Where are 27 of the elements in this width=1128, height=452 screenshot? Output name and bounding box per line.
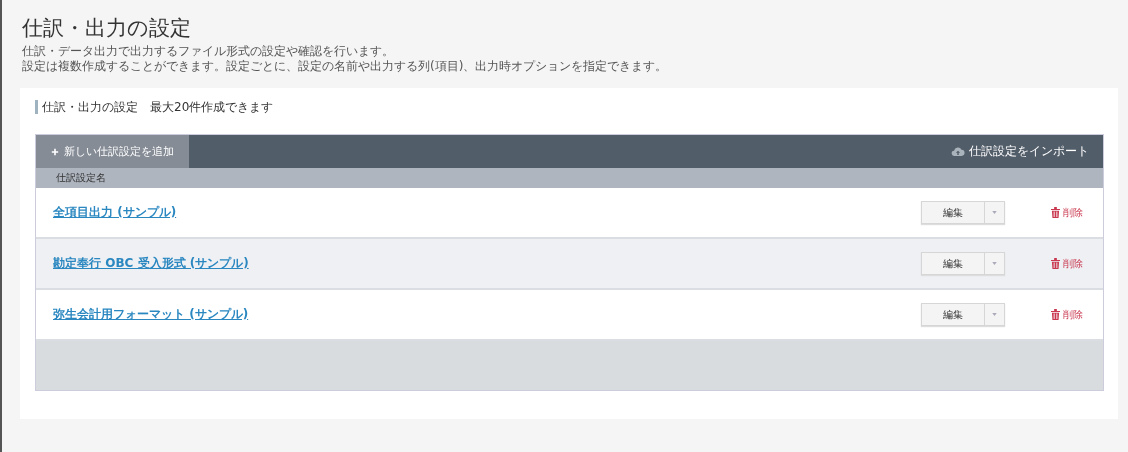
trash-icon — [1051, 207, 1060, 218]
setting-link[interactable]: 全項目出力 (サンプル) — [53, 204, 921, 221]
delete-button[interactable]: 削除 — [1051, 256, 1083, 271]
cloud-upload-icon — [951, 146, 965, 157]
dropdown-button[interactable] — [985, 202, 1004, 223]
add-button[interactable]: 新しい仕訳設定を追加 — [36, 135, 189, 168]
page-description: 仕訳・データ出力で出力するファイル形式の設定や確認を行います。 — [22, 44, 395, 58]
trash-icon — [1051, 258, 1060, 269]
setting-link[interactable]: 勘定奉行 OBC 受入形式 (サンプル) — [53, 255, 921, 272]
plus-icon — [51, 147, 59, 156]
section-title: 仕訳・出力の設定 最大20件作成できます — [35, 100, 1104, 114]
page-title: 仕訳・出力の設定 — [22, 15, 192, 42]
page-description: 設定は複数作成することができます。設定ごとに、設定の名前や出力する列(項目)、出力時オプションを指定できます。 — [22, 59, 669, 73]
dropdown-button[interactable] — [985, 253, 1004, 274]
caret-icon — [992, 313, 997, 316]
edit-button[interactable]: 編集 — [922, 202, 985, 223]
setting-link[interactable]: 弥生会計用フォーマット (サンプル) — [53, 306, 921, 323]
caret-icon — [992, 211, 997, 214]
delete-button[interactable]: 削除 — [1051, 307, 1083, 322]
import-button[interactable]: 仕訳設定をインポート — [937, 135, 1103, 168]
edit-button[interactable]: 編集 — [922, 304, 985, 325]
caret-icon — [992, 262, 997, 265]
column-header: 仕訳設定名 — [56, 171, 106, 185]
trash-icon — [1051, 309, 1060, 320]
dropdown-button[interactable] — [985, 304, 1004, 325]
delete-button[interactable]: 削除 — [1051, 205, 1083, 220]
edit-button[interactable]: 編集 — [922, 253, 985, 274]
